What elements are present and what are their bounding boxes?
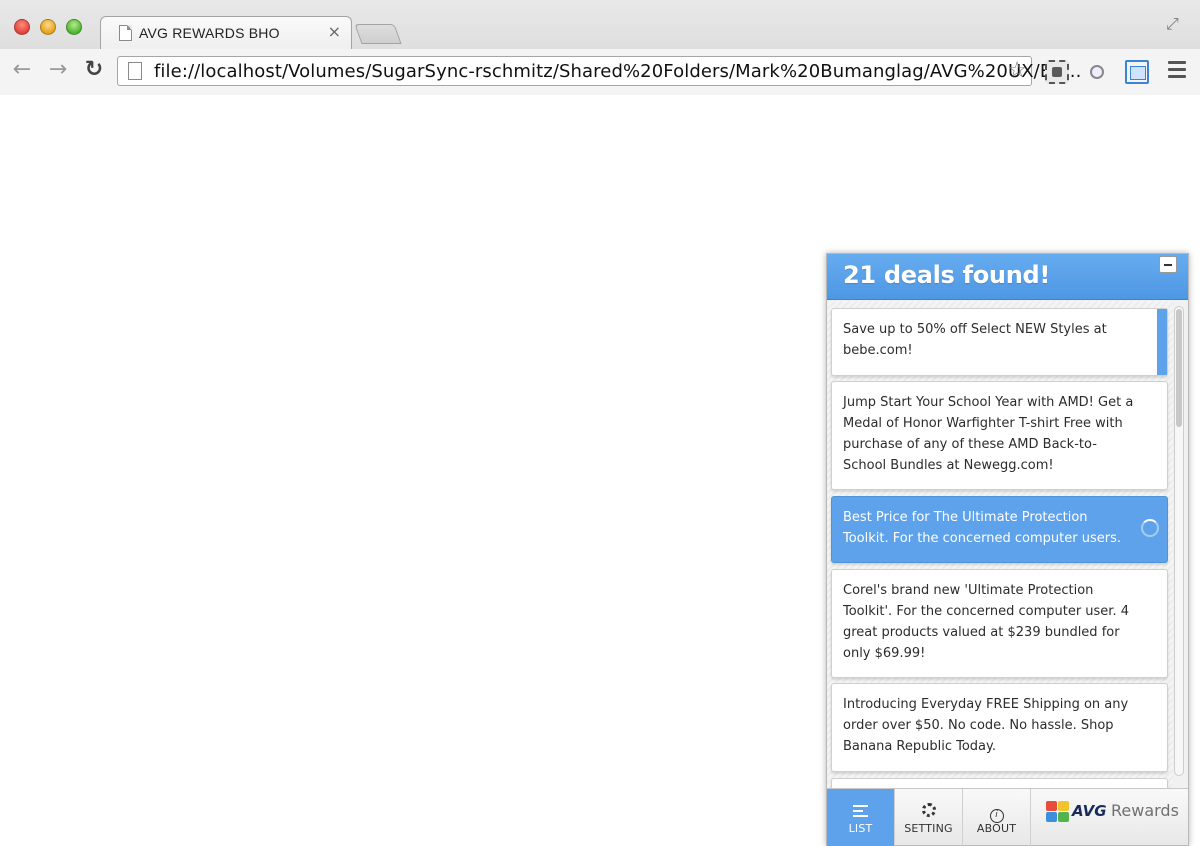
gear-icon: [921, 803, 936, 817]
tab-about-label: ABOUT: [976, 822, 1017, 835]
browser-chrome: AVG REWARDS BHO × ⤢ ← → ↻ file://localho…: [0, 0, 1200, 95]
window-minimize-button[interactable]: [40, 19, 56, 35]
brand-suffix: Rewards: [1111, 801, 1179, 820]
window-close-button[interactable]: [14, 19, 30, 35]
deal-text: Save up to 50% off Select NEW Styles at …: [843, 322, 1107, 358]
avg-rewards-logo: AVG Rewards: [1042, 799, 1187, 839]
avg-rewards-panel: 21 deals found! Save up to 50% off Selec…: [826, 253, 1189, 846]
panel-header: 21 deals found!: [827, 254, 1188, 300]
scrollbar-thumb[interactable]: [1176, 309, 1182, 427]
extension-icon[interactable]: [1045, 60, 1069, 84]
deal-text: Corel's brand new 'Ultimate Protection T…: [843, 583, 1129, 661]
tab-list-label: LIST: [848, 822, 873, 835]
list-icon: [853, 805, 868, 817]
deal-item[interactable]: Jump Start Your School Year with AMD! Ge…: [831, 381, 1168, 490]
deal-text: Introducing Everyday FREE Shipping on an…: [843, 697, 1129, 754]
tab-title: AVG REWARDS BHO: [139, 25, 280, 41]
panel-footer: LIST SETTING i ABOUT AVG Rewards: [827, 788, 1188, 846]
brand-name: AVG: [1072, 802, 1107, 820]
tab-list[interactable]: LIST: [827, 789, 895, 846]
back-button[interactable]: ←: [9, 57, 35, 83]
address-bar[interactable]: file://localhost/Volumes/SugarSync-rschm…: [117, 56, 1081, 86]
avg-logo-icon: [1046, 801, 1070, 823]
new-tab-button[interactable]: [354, 24, 402, 44]
magnifier-extension-icon[interactable]: [1087, 60, 1111, 84]
deal-list: Save up to 50% off Select NEW Styles at …: [827, 301, 1173, 788]
url-text[interactable]: file://localhost/Volumes/SugarSync-rschm…: [154, 61, 1081, 82]
deal-item[interactable]: Introducing Everyday FREE Shipping on an…: [831, 683, 1168, 772]
browser-menu-icon[interactable]: [1168, 61, 1186, 81]
browser-tab[interactable]: AVG REWARDS BHO ×: [100, 16, 352, 49]
tab-close-icon[interactable]: ×: [328, 22, 341, 41]
browser-toolbar: ← → ↻ file://localhost/Volumes/SugarSync…: [0, 49, 1200, 95]
deal-text: Best Price for The Ultimate Protection T…: [843, 510, 1121, 546]
info-icon: i: [989, 809, 1004, 823]
minimize-button[interactable]: [1159, 256, 1177, 273]
forward-button[interactable]: →: [45, 57, 71, 83]
deal-item[interactable]: [831, 778, 1168, 788]
tab-setting-label: SETTING: [904, 822, 953, 835]
fullscreen-icon[interactable]: ⤢: [1166, 14, 1186, 34]
tab-about[interactable]: i ABOUT: [963, 789, 1031, 846]
deal-text: Jump Start Your School Year with AMD! Ge…: [843, 395, 1134, 473]
deal-item[interactable]: Best Price for The Ultimate Protection T…: [831, 496, 1168, 563]
page-icon: [119, 25, 132, 41]
page-icon: [128, 62, 142, 80]
deal-list-scrollbar[interactable]: [1174, 306, 1184, 776]
reload-button[interactable]: ↻: [81, 57, 107, 83]
bookmark-star-icon[interactable]: ☆: [1007, 58, 1027, 83]
loading-spinner-icon: [1141, 519, 1159, 537]
panel-title: 21 deals found!: [843, 261, 1051, 289]
tab-setting[interactable]: SETTING: [895, 789, 963, 846]
deal-item[interactable]: Corel's brand new 'Ultimate Protection T…: [831, 569, 1168, 678]
deal-item[interactable]: Save up to 50% off Select NEW Styles at …: [831, 308, 1168, 376]
screen-capture-extension-icon[interactable]: [1125, 60, 1149, 84]
window-zoom-button[interactable]: [66, 19, 82, 35]
title-bar: AVG REWARDS BHO × ⤢: [0, 0, 1200, 49]
